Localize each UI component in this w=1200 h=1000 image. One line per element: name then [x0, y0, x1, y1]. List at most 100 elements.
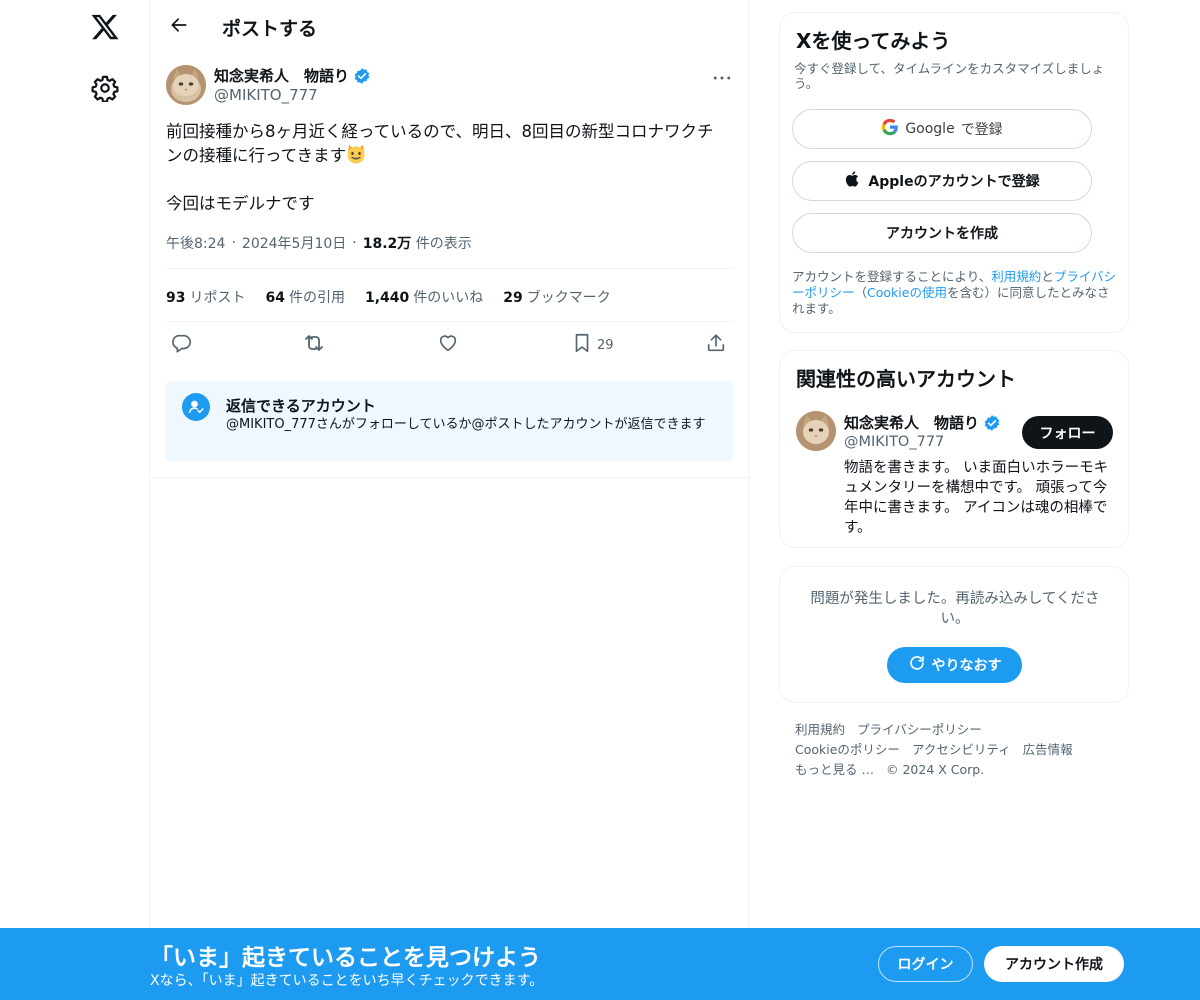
banner-title: 「いま」起きていることを見つけよう	[150, 945, 541, 971]
reply-restriction-title: 返信できるアカウント	[226, 397, 376, 415]
left-navigation	[60, 0, 150, 1000]
reply-restriction-description: @MIKITO_777さんがフォローしているか@ポストしたアカウントが返信できま…	[226, 417, 706, 432]
post-text: 前回接種から8ヶ月近く経っているので、明日、8回目の新型コロナワクチ ンの接種に行…	[166, 120, 734, 216]
reposts-count: 93	[166, 290, 186, 306]
bookmark-button[interactable]: 29	[571, 333, 614, 357]
post-date[interactable]: 2024年5月10日	[242, 233, 346, 253]
likes-stat[interactable]: 1,440 件のいいね	[365, 287, 483, 307]
apple-signup-button[interactable]: Appleのアカウントで登録	[792, 161, 1092, 201]
more-horizontal-icon	[713, 66, 731, 85]
post-meta: 午後8:24 · 2024年5月10日 · 18.2万 件の表示	[166, 233, 472, 253]
bookmark-icon	[571, 332, 593, 358]
post-actions: 29	[166, 333, 734, 357]
signup-title: Xを使ってみよう	[796, 29, 951, 53]
footer-ads-link[interactable]: 広告情報	[1023, 742, 1073, 757]
arrow-left-icon	[169, 15, 189, 39]
apple-signup-label: Appleのアカウントで登録	[868, 174, 1040, 190]
divider	[166, 268, 734, 269]
main-column: ポストする 知念実希人 物語り @MIKITO_777 前回接種から8ヶ月近く経…	[149, 0, 750, 1000]
related-title: 関連性の高いアカウント	[796, 367, 1016, 391]
quotes-count: 64	[265, 290, 285, 306]
views: 18.2万 件の表示	[363, 233, 472, 253]
post-detail: 知念実希人 物語り @MIKITO_777 前回接種から8ヶ月近く経っているので…	[150, 53, 750, 478]
retry-button[interactable]: やりなおす	[887, 647, 1022, 683]
verified-badge-icon	[983, 414, 1001, 432]
error-card: 問題が発生しました。再読み込みしてください。 やりなおす	[779, 566, 1129, 703]
author-name-text: 知念実希人 物語り	[214, 67, 350, 85]
footer-more-link[interactable]: もっと見る …	[795, 762, 874, 777]
meta-separator: ·	[231, 235, 236, 251]
related-account-name-text: 知念実希人 物語り	[844, 414, 980, 432]
reposts-stat[interactable]: 93 リポスト	[166, 287, 245, 307]
share-button[interactable]	[705, 333, 727, 357]
error-message: 問題が発生しました。再読み込みしてください。	[810, 591, 1100, 627]
post-time[interactable]: 午後8:24	[166, 233, 225, 253]
views-label: 件の表示	[415, 236, 472, 252]
page-title: ポストする	[222, 18, 318, 40]
likes-count: 1,440	[364, 290, 410, 306]
related-account-name[interactable]: 知念実希人 物語り	[844, 412, 1001, 433]
login-button[interactable]: ログイン	[878, 946, 973, 982]
x-logo-icon[interactable]	[90, 12, 120, 42]
post-text-line: 前回接種から8ヶ月近く経っているので、明日、8回目の新型コロナワクチ	[166, 122, 714, 141]
post-text-line: ンの接種に行ってきます	[166, 146, 347, 165]
gear-icon[interactable]	[91, 74, 119, 103]
google-logo-icon	[881, 118, 899, 140]
divider	[166, 321, 734, 322]
footer-terms-link[interactable]: 利用規約	[795, 722, 845, 737]
retry-label: やりなおす	[931, 658, 1002, 674]
footer-privacy-link[interactable]: プライバシーポリシー	[857, 722, 982, 737]
author-handle[interactable]: @MIKITO_777	[214, 86, 318, 104]
verified-badge-icon	[353, 67, 371, 85]
signup-button[interactable]: アカウント作成	[984, 946, 1124, 982]
post-stats: 93 リポスト 64 件の引用 1,440 件のいいね 29 ブックマーク	[166, 287, 611, 307]
back-button[interactable]	[164, 12, 194, 42]
reply-restriction-notice: 返信できるアカウント @MIKITO_777さんがフォローしているか@ポストした…	[166, 381, 733, 461]
repost-icon	[302, 331, 326, 359]
google-brand: Google	[905, 121, 955, 137]
repost-button[interactable]	[302, 333, 326, 357]
terms-link[interactable]: 利用規約	[991, 269, 1041, 284]
related-account-handle[interactable]: @MIKITO_777	[844, 434, 944, 450]
author-name[interactable]: 知念実希人 物語り	[214, 65, 371, 86]
signup-legal-text: アカウントを登録することにより、利用規約とプライバシーポリシー（Cookieの使…	[792, 269, 1118, 317]
grinning-cat-emoji	[346, 144, 366, 164]
more-options-button[interactable]	[708, 65, 736, 85]
legal-text: （	[854, 285, 868, 300]
google-suffix: で登録	[960, 122, 1003, 138]
share-icon	[705, 332, 727, 358]
bookmarks-label: ブックマーク	[526, 290, 611, 306]
meta-separator: ·	[352, 235, 357, 251]
quotes-stat[interactable]: 64 件の引用	[265, 287, 344, 307]
google-signup-button[interactable]: Google で登録	[792, 109, 1092, 149]
footer-links: 利用規約 プライバシーポリシー Cookieのポリシー アクセシビリティ 広告情報 も…	[795, 720, 1115, 780]
footer-copyright: © 2024 X Corp.	[885, 762, 985, 777]
bookmarks-stat[interactable]: 29 ブックマーク	[503, 287, 610, 307]
apple-logo-icon	[844, 170, 862, 192]
likes-label: 件のいいね	[413, 290, 484, 306]
create-account-button[interactable]: アカウントを作成	[792, 213, 1092, 253]
related-accounts-card: 関連性の高いアカウント 知念実希人 物語り @MIKITO_777 フォロー 物…	[779, 350, 1129, 548]
reply-icon	[170, 332, 192, 358]
views-count: 18.2万	[362, 236, 412, 252]
like-button[interactable]	[437, 333, 459, 357]
reposts-label: リポスト	[189, 290, 246, 306]
refresh-icon	[908, 654, 926, 676]
reply-button[interactable]	[170, 333, 192, 357]
cookie-link[interactable]: Cookieの使用	[867, 285, 947, 300]
signup-description: 今すぐ登録して、タイムラインをカスタマイズしましょう。	[794, 61, 1105, 91]
avatar[interactable]	[796, 411, 836, 451]
bookmarks-count: 29	[503, 290, 523, 306]
quotes-label: 件の引用	[288, 290, 345, 306]
post-text-line: 今回はモデルナです	[166, 194, 315, 213]
follow-button[interactable]: フォロー	[1022, 416, 1113, 449]
signup-card: Xを使ってみよう 今すぐ登録して、タイムラインをカスタマイズしましょう。 Goo…	[779, 12, 1129, 333]
avatar[interactable]	[166, 65, 206, 105]
related-account-bio: 物語を書きます。 いま面白いホラーモキュメンタリーを構想中です。 頑張って今年中…	[844, 460, 1109, 536]
footer-accessibility-link[interactable]: アクセシビリティ	[912, 742, 1011, 757]
legal-text: と	[1041, 269, 1054, 284]
footer-cookie-link[interactable]: Cookieのポリシー	[795, 742, 900, 757]
page-header: ポストする	[150, 0, 750, 53]
create-account-label: アカウントを作成	[886, 226, 998, 242]
banner-subtitle: Xなら、「いま」起きていることをいち早くチェックできます。	[150, 973, 544, 989]
